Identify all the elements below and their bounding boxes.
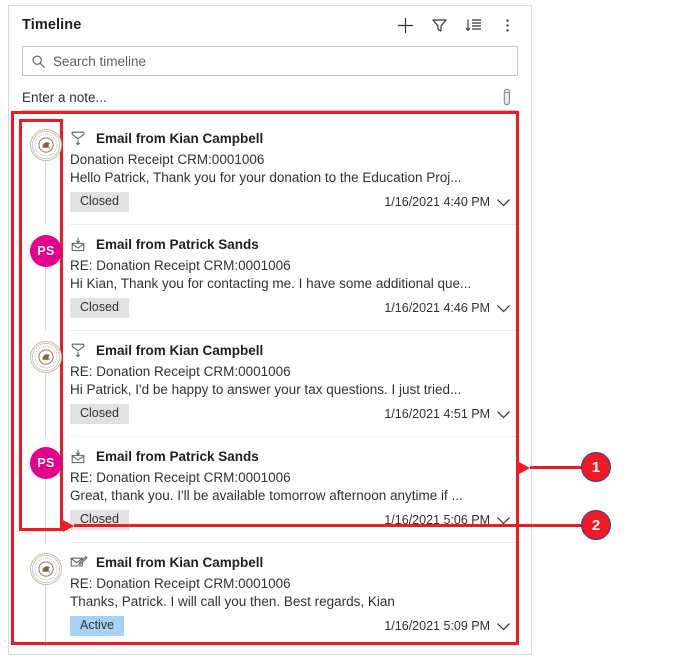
timeline-item-body: Email from Patrick Sands RE: Donation Re… (70, 235, 520, 321)
timeline-rail (22, 553, 70, 647)
annotation-leader-line-1 (530, 466, 582, 469)
status-badge: Closed (70, 192, 129, 212)
timeline-item-title-row: Email from Patrick Sands (70, 447, 516, 466)
timeline-item-timestamp: 1/16/2021 4:51 PM (384, 407, 490, 421)
chevron-down-icon[interactable] (490, 509, 516, 531)
funnel-icon (431, 17, 448, 34)
timeline-item[interactable]: PS Email from Patrick Sands RE: Donation… (22, 437, 520, 543)
timeline-item-title: Email from Patrick Sands (96, 449, 259, 464)
timeline-item-footer: Closed 1/16/2021 4:51 PM (70, 403, 516, 425)
more-commands-button[interactable] (491, 10, 523, 40)
more-vertical-icon (499, 17, 516, 34)
timeline-rail: PS (22, 235, 70, 331)
plus-icon (397, 17, 414, 34)
org-logo-icon (31, 554, 61, 584)
org-logo-icon (31, 342, 61, 372)
timeline-item-body: Email from Patrick Sands RE: Donation Re… (70, 447, 520, 533)
avatar-initials: PS (37, 456, 55, 470)
timeline-item-subject: Donation Receipt CRM:0001006 (70, 152, 265, 167)
org-logo-icon (31, 130, 61, 160)
timeline-item-timestamp: 1/16/2021 4:46 PM (384, 301, 490, 315)
timeline-item-footer: Closed 1/16/2021 4:40 PM (70, 191, 516, 213)
annotation-marker-2: 2 (581, 510, 611, 540)
avatar-initials: PS (37, 244, 55, 258)
timeline-header: Timeline (9, 6, 531, 44)
timeline-item-title: Email from Kian Campbell (96, 131, 264, 146)
timeline-item-subject: RE: Donation Receipt CRM:0001006 (70, 258, 291, 273)
search-timeline-box[interactable] (22, 46, 518, 76)
timeline-item-title: Email from Kian Campbell (96, 343, 264, 358)
search-icon (23, 54, 53, 69)
timeline-item-body: Email from Kian Campbell RE: Donation Re… (70, 341, 520, 427)
timeline-item[interactable]: PS Email from Patrick Sands RE: Donation… (22, 225, 520, 331)
timeline-item-footer: Closed 1/16/2021 4:46 PM (70, 297, 516, 319)
timeline-item[interactable]: Email from Kian Campbell RE: Donation Re… (22, 331, 520, 437)
email-received-icon (70, 343, 88, 358)
timeline-item-preview: Hi Patrick, I'd be happy to answer your … (70, 382, 462, 397)
email-sent-icon (70, 449, 88, 464)
timeline-rail (22, 341, 70, 437)
page-title: Timeline (22, 17, 82, 33)
avatar (30, 341, 62, 373)
timeline-list[interactable]: Email from Kian Campbell Donation Receip… (22, 119, 520, 647)
timeline-item-preview: Thanks, Patrick. I will call you then. B… (70, 594, 395, 609)
email-sent-icon (70, 237, 88, 252)
avatar: PS (30, 447, 62, 479)
timeline-item-title-row: Email from Patrick Sands (70, 235, 516, 254)
avatar: PS (30, 235, 62, 267)
avatar (30, 129, 62, 161)
timeline-item-title: Email from Patrick Sands (96, 237, 259, 252)
timeline-item[interactable]: Email from Kian Campbell RE: Donation Re… (22, 543, 520, 647)
add-record-button[interactable] (389, 10, 421, 40)
timeline-item-title-row: Email from Kian Campbell (70, 129, 516, 148)
timeline-item-preview: Great, thank you. I'll be available tomo… (70, 488, 463, 503)
status-badge: Closed (70, 298, 129, 318)
timeline-item-title: Email from Kian Campbell (96, 555, 264, 570)
annotation-marker-1: 1 (581, 452, 611, 482)
timeline-item-footer: Active 1/16/2021 5:09 PM (70, 615, 516, 637)
chevron-down-icon[interactable] (490, 297, 516, 319)
avatar (30, 553, 62, 585)
timeline-item-preview: Hi Kian, Thank you for contacting me. I … (70, 276, 472, 291)
timeline-item-preview: Hello Patrick, Thank you for your donati… (70, 170, 462, 185)
sort-button[interactable] (457, 10, 489, 40)
email-received-icon (70, 131, 88, 146)
timeline-item-timestamp: 1/16/2021 4:40 PM (384, 195, 490, 209)
chevron-down-icon[interactable] (490, 615, 516, 637)
timeline-item-body: Email from Kian Campbell Donation Receip… (70, 129, 520, 215)
timeline-item-timestamp: 1/16/2021 5:06 PM (384, 513, 490, 527)
timeline-item-subject: RE: Donation Receipt CRM:0001006 (70, 576, 291, 591)
header-actions (389, 10, 523, 40)
timeline-item-footer: Closed 1/16/2021 5:06 PM (70, 509, 516, 531)
status-badge: Closed (70, 510, 129, 530)
sort-descending-icon (465, 17, 482, 34)
note-entry-row[interactable] (22, 84, 518, 111)
timeline-item-timestamp: 1/16/2021 5:09 PM (384, 619, 490, 633)
chevron-down-icon[interactable] (490, 403, 516, 425)
timeline-item-body: Email from Kian Campbell RE: Donation Re… (70, 553, 520, 639)
paperclip-icon[interactable] (496, 86, 518, 108)
email-draft-icon (70, 555, 88, 570)
timeline-item[interactable]: Email from Kian Campbell Donation Receip… (22, 119, 520, 225)
timeline-item-title-row: Email from Kian Campbell (70, 553, 516, 572)
timeline-panel: Timeline Search timeline Enter a note...… (8, 5, 532, 655)
timeline-rail (22, 129, 70, 225)
status-badge: Closed (70, 404, 129, 424)
timeline-item-title-row: Email from Kian Campbell (70, 341, 516, 360)
filter-button[interactable] (423, 10, 455, 40)
note-input[interactable] (22, 89, 496, 105)
screenshot-root: Timeline Search timeline Enter a note...… (0, 0, 700, 667)
status-badge: Active (70, 616, 125, 636)
timeline-item-subject: RE: Donation Receipt CRM:0001006 (70, 364, 291, 379)
timeline-item-subject: RE: Donation Receipt CRM:0001006 (70, 470, 291, 485)
search-input[interactable] (53, 53, 517, 69)
timeline-rail: PS (22, 447, 70, 543)
chevron-down-icon[interactable] (490, 191, 516, 213)
